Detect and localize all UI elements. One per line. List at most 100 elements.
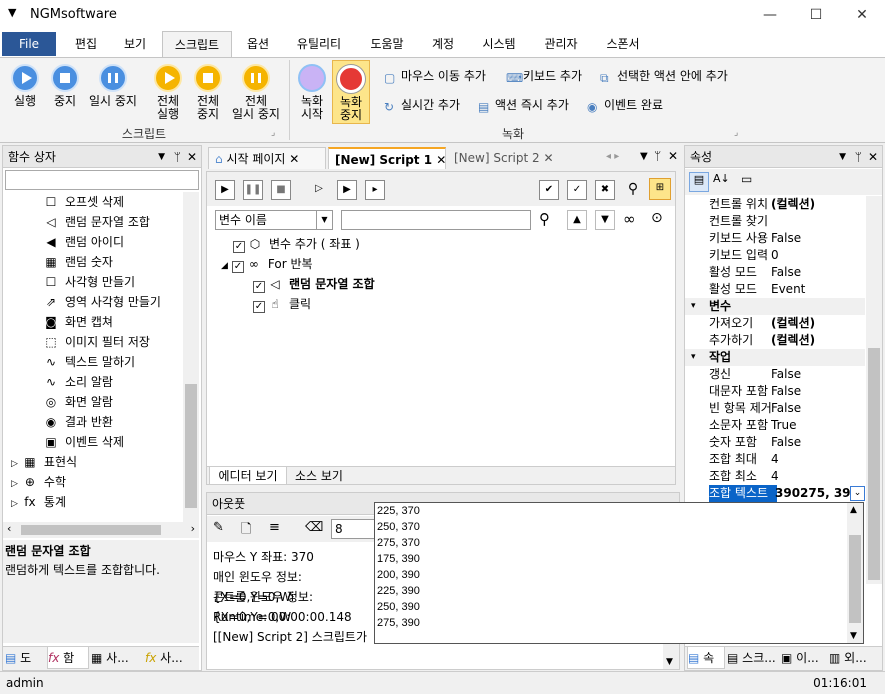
function-item[interactable]: ∿ 소리 알람	[43, 372, 113, 392]
property-category[interactable]: ▾ 작업	[685, 349, 865, 366]
more-icon[interactable]: ⊙	[651, 210, 663, 226]
dropdown-line[interactable]: 200, 390	[375, 567, 845, 583]
tab-close-icon[interactable]: ✕	[543, 151, 553, 165]
menu-system[interactable]: 시스템	[472, 31, 526, 57]
tab-functions[interactable]: fx 함	[47, 647, 89, 669]
dropdown-line[interactable]: 225, 390	[375, 583, 845, 599]
maximize-button[interactable]: ☐	[793, 0, 839, 31]
chevron-down-icon[interactable]: ⌄	[850, 486, 865, 501]
tab-dropdown-icon[interactable]: ▼	[640, 151, 648, 162]
clean-icon[interactable]: ✎	[213, 520, 224, 535]
property-value[interactable]: (컬렉션)	[771, 315, 865, 332]
property-row[interactable]: 조합 최대 4	[685, 451, 865, 468]
eraser-icon[interactable]: ⌫	[305, 520, 323, 535]
tab-pane-close-icon[interactable]: ✕	[668, 149, 678, 163]
function-item[interactable]: ☐ 사각형 만들기	[43, 272, 135, 292]
node-checkbox[interactable]: ✓	[253, 281, 265, 293]
scroll-down-icon[interactable]: ▼	[850, 631, 857, 641]
dropdown-line[interactable]: 250, 390	[375, 599, 845, 615]
add-keyboard-button[interactable]: ⌨키보드 추가	[506, 68, 582, 85]
function-item[interactable]: ◙ 화면 캡쳐	[43, 312, 113, 332]
node-checkbox[interactable]: ✓	[253, 301, 265, 313]
close-button[interactable]: ✕	[839, 0, 885, 31]
property-scrollbar[interactable]	[866, 196, 882, 584]
function-tree-hscrollbar[interactable]: ‹ ›	[3, 522, 199, 538]
all-run-button[interactable]: 전체 실행	[148, 64, 188, 121]
property-value[interactable]: 4	[771, 468, 865, 485]
tab-close-icon[interactable]: ✕	[436, 153, 446, 167]
function-item[interactable]: ◎ 화면 알람	[43, 392, 113, 412]
stop-button[interactable]: 중지	[46, 64, 84, 108]
dropdown-line[interactable]: 175, 390	[375, 551, 845, 567]
move-down-icon[interactable]: ▼	[595, 210, 615, 230]
menu-admin[interactable]: 관리자	[534, 31, 588, 57]
pin-icon[interactable]: ᛘ	[855, 146, 862, 168]
tab-scroll-left-icon[interactable]: ◂ ▸	[606, 151, 619, 162]
collapse-icon[interactable]: ◢	[221, 261, 228, 271]
function-item[interactable]: ▦ 랜덤 숫자	[43, 252, 113, 272]
variable-select[interactable]: 변수 이름 ▼	[215, 210, 333, 230]
property-category[interactable]: ▾ 변수	[685, 298, 865, 315]
property-row[interactable]: 키보드 입력 0	[685, 247, 865, 264]
tab-toolbox[interactable]: ▤ 도	[5, 647, 45, 669]
tree-node-add-variable[interactable]: ✓ ⬡ 변수 추가 ( 좌표 )	[233, 234, 360, 254]
output-count-input[interactable]: 8	[331, 519, 377, 539]
tree-node-random-string[interactable]: ✓ ◁ 랜덤 문자열 조합	[253, 274, 375, 294]
expand-icon[interactable]: ▷	[11, 479, 18, 489]
property-row[interactable]: 조합 최소 4	[685, 468, 865, 485]
node-checkbox[interactable]: ✓	[233, 241, 245, 253]
property-row[interactable]: 숫자 포함 False	[685, 434, 865, 451]
property-row[interactable]: 컨트롤 찾기	[685, 213, 865, 230]
function-item[interactable]: ◀ 랜덤 아이디	[43, 232, 124, 252]
function-item[interactable]: ◉ 결과 반환	[43, 412, 113, 432]
editor-stop-icon[interactable]: ■	[271, 180, 291, 200]
function-tree-scrollbar[interactable]	[183, 192, 199, 522]
menu-view[interactable]: 보기	[112, 31, 158, 57]
tab-script-list[interactable]: ▤ 스크...	[727, 647, 779, 669]
check-icon[interactable]: ✓	[567, 180, 587, 200]
property-row[interactable]: 소문자 포함 True	[685, 417, 865, 434]
chevron-down-icon[interactable]: ▼	[316, 211, 332, 229]
property-value[interactable]: 0	[771, 247, 865, 264]
property-value[interactable]: (컬렉션)	[771, 196, 865, 213]
property-value[interactable]: True	[771, 417, 865, 434]
tab-external[interactable]: ▥ 외...	[829, 647, 881, 669]
menu-sponsor[interactable]: 스폰서	[596, 31, 650, 57]
menu-help[interactable]: 도움말	[360, 31, 414, 57]
property-value[interactable]: Event	[771, 281, 865, 298]
menu-edit[interactable]: 편집	[62, 31, 110, 57]
tree-node-for-loop[interactable]: ◢ ✓ ∞ For 반복	[221, 254, 313, 274]
dropdown-line[interactable]: 275, 390	[375, 615, 845, 631]
editor-pause-icon[interactable]: ❚❚	[243, 180, 263, 200]
scroll-up-icon[interactable]: ▲	[850, 505, 857, 515]
panel-close-icon[interactable]: ✕	[868, 146, 878, 168]
tab-images[interactable]: ▣ 이...	[781, 647, 825, 669]
record-group-expand-icon[interactable]: ⌟	[734, 128, 738, 138]
save-log-icon[interactable]: 🗋	[241, 520, 251, 542]
dropdown-scrollbar[interactable]: ▲ ▼	[847, 503, 863, 643]
check-all-icon[interactable]: ✔	[539, 180, 559, 200]
pause-button[interactable]: 일시 중지	[84, 64, 142, 108]
property-row[interactable]: 빈 항목 제거 False	[685, 400, 865, 417]
property-row[interactable]: 갱신 False	[685, 366, 865, 383]
tab-third[interactable]: ▦ 사...	[91, 647, 141, 669]
record-stop-button[interactable]: 녹화 중지	[332, 60, 370, 124]
tab-script-2[interactable]: [New] Script 2 ✕	[448, 147, 554, 169]
combination-text-dropdown[interactable]: 225, 370 250, 370 275, 370 175, 390 200, 390…	[374, 502, 864, 644]
run-button[interactable]: 실행	[6, 64, 44, 108]
menu-options[interactable]: 옵션	[236, 31, 280, 57]
function-item[interactable]: ⬚ 이미지 필터 저장	[43, 332, 150, 352]
collapse-icon[interactable]: ▾	[691, 349, 696, 366]
tab-properties[interactable]: ▤ 속	[687, 647, 725, 669]
run-to-icon[interactable]: ▸	[365, 180, 385, 200]
all-stop-button[interactable]: 전체 중지	[188, 64, 228, 121]
property-value[interactable]: False	[771, 366, 865, 383]
menu-account[interactable]: 계정	[422, 31, 464, 57]
property-row[interactable]: 대문자 포함 False	[685, 383, 865, 400]
action-now-button[interactable]: ▤ 액션 즉시 추가	[478, 97, 569, 114]
categorized-icon[interactable]: ▤	[689, 172, 709, 192]
dropdown-line[interactable]: 275, 370	[375, 535, 845, 551]
record-start-button[interactable]: 녹화 시작	[294, 64, 330, 121]
tree-node-click[interactable]: ✓ ☝ 클릭	[253, 294, 311, 314]
tab-fourth[interactable]: fx 사...	[145, 647, 197, 669]
